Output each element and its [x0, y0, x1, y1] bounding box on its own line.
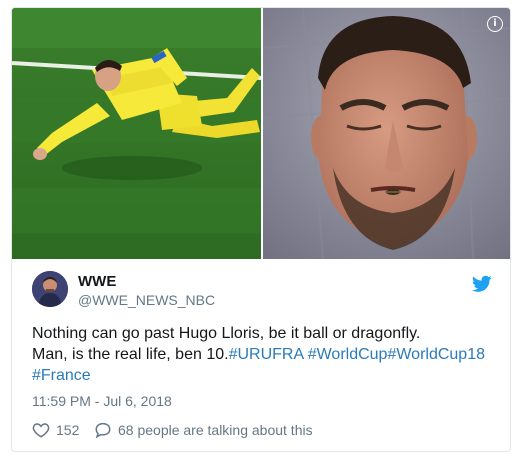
- talking-count-text[interactable]: 68 people are talking about this: [118, 422, 313, 438]
- tweet-media[interactable]: i: [12, 8, 510, 259]
- tweet-text: Nothing can go past Hugo Lloris, be it b…: [32, 323, 502, 386]
- hashtag-france[interactable]: #France: [32, 367, 91, 384]
- tweet-author[interactable]: WWE @WWE_NEWS_NBC: [32, 271, 492, 311]
- display-name[interactable]: WWE: [78, 273, 116, 290]
- comment-icon[interactable]: [94, 421, 112, 439]
- goalkeeper-closeup-photo[interactable]: i: [263, 8, 510, 259]
- tweet-text-line-1: Nothing can go past Hugo Lloris, be it b…: [32, 325, 421, 342]
- tweet-text-line-2: Man, is the real life, ben 10.#URUFRA #W…: [32, 344, 502, 365]
- twitter-bird-icon[interactable]: [472, 275, 492, 293]
- hashtag-urufra[interactable]: #URUFRA: [229, 346, 304, 363]
- heart-icon[interactable]: [32, 421, 50, 439]
- tweet-timestamp[interactable]: 11:59 PM - Jul 6, 2018: [32, 393, 172, 409]
- conversation-link[interactable]: 68 people are talking about this: [94, 419, 313, 441]
- hashtag-worldcup[interactable]: #WorldCup: [308, 346, 388, 363]
- tweet-text-line-3: #France: [32, 365, 502, 386]
- like-count: 152: [56, 422, 80, 438]
- user-handle[interactable]: @WWE_NEWS_NBC: [78, 292, 215, 308]
- info-icon[interactable]: i: [487, 16, 503, 32]
- tweet-actions: 152 68 people are talking about this: [32, 419, 502, 441]
- tweet-text-line-2-prefix: Man, is the real life, ben 10.: [32, 346, 229, 363]
- goalkeeper-diving-photo[interactable]: [12, 8, 261, 259]
- tweet-card[interactable]: i WWE @WWE_NEWS_NBC Nothing can go past …: [11, 7, 511, 452]
- hashtag-worldcup18[interactable]: #WorldCup18: [387, 346, 485, 363]
- like-button[interactable]: 152: [32, 419, 79, 441]
- avatar[interactable]: [32, 271, 68, 307]
